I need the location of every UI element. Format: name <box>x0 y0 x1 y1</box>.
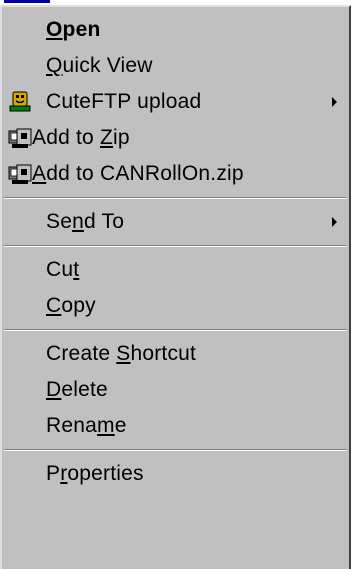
menu-item-delete[interactable]: Delete <box>2 372 349 408</box>
menu-separator <box>2 444 349 456</box>
menu-item-send-to[interactable]: Send To <box>2 204 349 240</box>
menu-item-open-label: Open <box>46 18 101 41</box>
menu-item-cut[interactable]: Cut <box>2 252 349 288</box>
menu-item-cut-label: Cut <box>46 258 80 281</box>
menu-item-create-shortcut-label: Create Shortcut <box>46 342 197 365</box>
menu-item-cuteftp-upload-label: CuteFTP upload <box>46 90 202 113</box>
menu-item-copy-label: Copy <box>46 294 96 317</box>
menu-item-delete-label: Delete <box>46 378 108 401</box>
menu-item-cuteftp-upload[interactable]: CuteFTP upload <box>2 84 349 120</box>
context-menu: Open Quick View CuteFTP upload Add to Zi… <box>0 5 351 569</box>
menu-item-rename-label: Rename <box>46 414 127 437</box>
submenu-arrow-icon <box>332 97 337 107</box>
selected-file-label-fragment <box>4 0 50 3</box>
menu-item-add-to-zip-label: Add to Zip <box>32 126 130 149</box>
menu-item-open[interactable]: Open <box>2 12 349 48</box>
menu-item-rename[interactable]: Rename <box>2 408 349 444</box>
cuteftp-icon <box>8 91 32 113</box>
menu-separator <box>2 324 349 336</box>
menu-item-copy[interactable]: Copy <box>2 288 349 324</box>
menu-separator <box>2 240 349 252</box>
menu-item-add-to-canrollon-zip[interactable]: Add to CANRollOn.zip <box>2 156 349 192</box>
menu-item-create-shortcut[interactable]: Create Shortcut <box>2 336 349 372</box>
submenu-arrow-icon <box>332 217 337 227</box>
menu-item-properties-label: Properties <box>46 462 144 485</box>
menu-item-add-to-canrollon-zip-label: Add to CANRollOn.zip <box>32 162 244 185</box>
menu-item-add-to-zip[interactable]: Add to Zip <box>2 120 349 156</box>
winzip-icon <box>8 127 32 149</box>
menu-separator <box>2 192 349 204</box>
menu-item-send-to-label: Send To <box>46 210 125 233</box>
winzip-icon <box>8 163 32 185</box>
menu-item-quick-view[interactable]: Quick View <box>2 48 349 84</box>
menu-item-quick-view-label: Quick View <box>46 54 153 77</box>
menu-item-properties[interactable]: Properties <box>2 456 349 492</box>
